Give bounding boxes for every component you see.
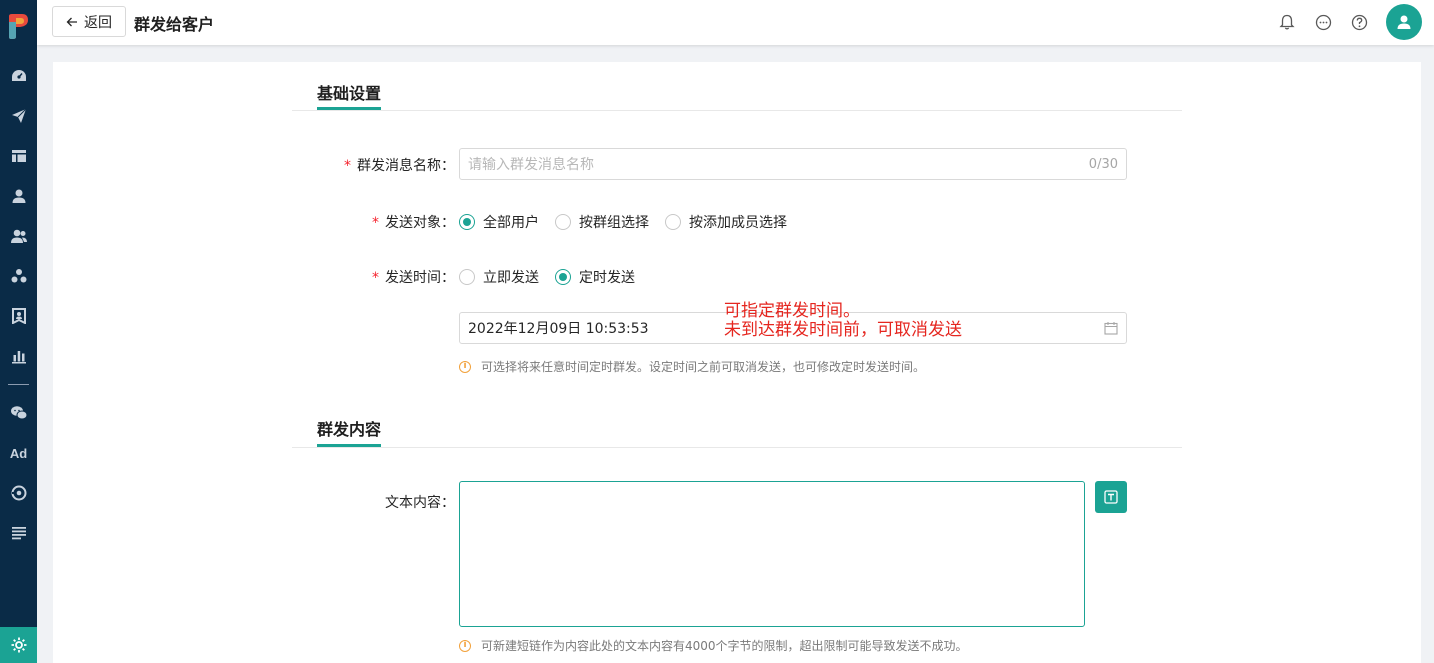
- annotation-line-2: 未到达群发时间前，可取消发送: [724, 320, 962, 340]
- disc-icon[interactable]: [0, 481, 37, 505]
- bell-icon[interactable]: [1277, 12, 1297, 32]
- time-option-now[interactable]: 立即发送: [459, 267, 539, 287]
- time-option-scheduled[interactable]: 定时发送: [555, 267, 635, 287]
- dashboard-icon[interactable]: [0, 64, 37, 88]
- text-content-textarea[interactable]: [459, 481, 1085, 627]
- target-option-member-label: 按添加成员选择: [689, 215, 787, 231]
- time-option-scheduled-label: 定时发送: [579, 270, 635, 286]
- radio-checked-icon: [555, 269, 571, 285]
- sidebar: Ad: [0, 0, 37, 663]
- cluster-icon[interactable]: [0, 264, 37, 288]
- radio-unchecked-icon: [665, 214, 681, 230]
- calendar-icon: [1104, 322, 1118, 335]
- section-content-title: 群发内容: [317, 420, 382, 439]
- chat-icon[interactable]: [1313, 12, 1333, 32]
- bar-chart-icon[interactable]: [0, 344, 37, 368]
- back-button[interactable]: 返回: [52, 6, 126, 37]
- required-mark: *: [372, 270, 379, 286]
- app-logo: [9, 14, 28, 39]
- time-hint-text: 可选择将来任意时间定时群发。设定时间之前可取消发送，也可修改定时发送时间。: [481, 360, 926, 374]
- radio-unchecked-icon: [459, 269, 475, 285]
- layout-icon[interactable]: [0, 144, 37, 168]
- required-mark: *: [344, 158, 351, 174]
- help-icon[interactable]: [1349, 12, 1369, 32]
- name-input-counter: 0/30: [1088, 156, 1118, 172]
- user-avatar[interactable]: [1386, 4, 1422, 40]
- top-bar: 返回 群发给客户: [37, 0, 1434, 45]
- annotation-line-1: 可指定群发时间。: [724, 301, 860, 321]
- radio-checked-icon: [459, 214, 475, 230]
- page-title: 群发给客户: [134, 15, 215, 34]
- section-basic-title: 基础设置: [317, 84, 382, 103]
- time-radio-group: 立即发送 定时发送: [459, 267, 651, 287]
- name-input[interactable]: 请输入群发消息名称 0/30: [459, 148, 1127, 180]
- name-label: * 群发消息名称：: [300, 155, 455, 175]
- time-label-text: 发送时间：: [385, 270, 455, 286]
- time-hint: i 可选择将来任意时间定时群发。设定时间之前可取消发送，也可修改定时发送时间。: [459, 358, 925, 375]
- list-icon[interactable]: [0, 521, 37, 545]
- name-label-text: 群发消息名称：: [357, 158, 455, 174]
- section-content-divider: [292, 447, 1182, 448]
- info-icon: i: [459, 639, 471, 652]
- section-basic-divider: [292, 110, 1182, 111]
- text-format-icon: [1104, 490, 1118, 504]
- target-option-group-label: 按群组选择: [579, 215, 649, 231]
- send-icon[interactable]: [0, 104, 37, 128]
- red-annotation: 可指定群发时间。 未到达群发时间前，可取消发送: [724, 302, 962, 340]
- target-option-member[interactable]: 按添加成员选择: [665, 212, 787, 232]
- target-label-text: 发送对象：: [385, 215, 455, 231]
- sidebar-divider: [8, 384, 29, 385]
- name-input-placeholder: 请输入群发消息名称: [468, 157, 594, 173]
- radio-unchecked-icon: [555, 214, 571, 230]
- required-mark: *: [372, 215, 379, 231]
- user-avatar-icon: [1397, 15, 1411, 29]
- settings-button[interactable]: [0, 627, 37, 663]
- settings-icon: [11, 637, 26, 653]
- text-hint-text: 可新建短链作为内容此处的文本内容有4000个字节的限制，超出限制可能导致发送不成…: [481, 639, 968, 653]
- time-option-now-label: 立即发送: [483, 270, 539, 286]
- wechat-icon[interactable]: [0, 401, 37, 425]
- arrow-left-icon: [66, 17, 77, 26]
- target-radio-group: 全部用户 按群组选择 按添加成员选择: [459, 212, 803, 232]
- back-button-label: 返回: [84, 14, 112, 31]
- insert-text-button[interactable]: [1095, 481, 1127, 513]
- user-icon[interactable]: [0, 184, 37, 208]
- ad-icon[interactable]: Ad: [0, 441, 37, 465]
- target-option-all[interactable]: 全部用户: [459, 212, 539, 232]
- target-label: * 发送对象：: [300, 212, 455, 232]
- text-hint: i 可新建短链作为内容此处的文本内容有4000个字节的限制，超出限制可能导致发送…: [459, 637, 968, 654]
- text-label: 文本内容：: [385, 495, 455, 511]
- info-icon: i: [459, 360, 471, 373]
- ad-label: Ad: [9, 445, 28, 461]
- users-icon[interactable]: [0, 224, 37, 248]
- target-option-all-label: 全部用户: [483, 215, 539, 231]
- time-label: * 发送时间：: [300, 267, 455, 287]
- target-option-group[interactable]: 按群组选择: [555, 212, 649, 232]
- bookmark-user-icon[interactable]: [0, 304, 37, 328]
